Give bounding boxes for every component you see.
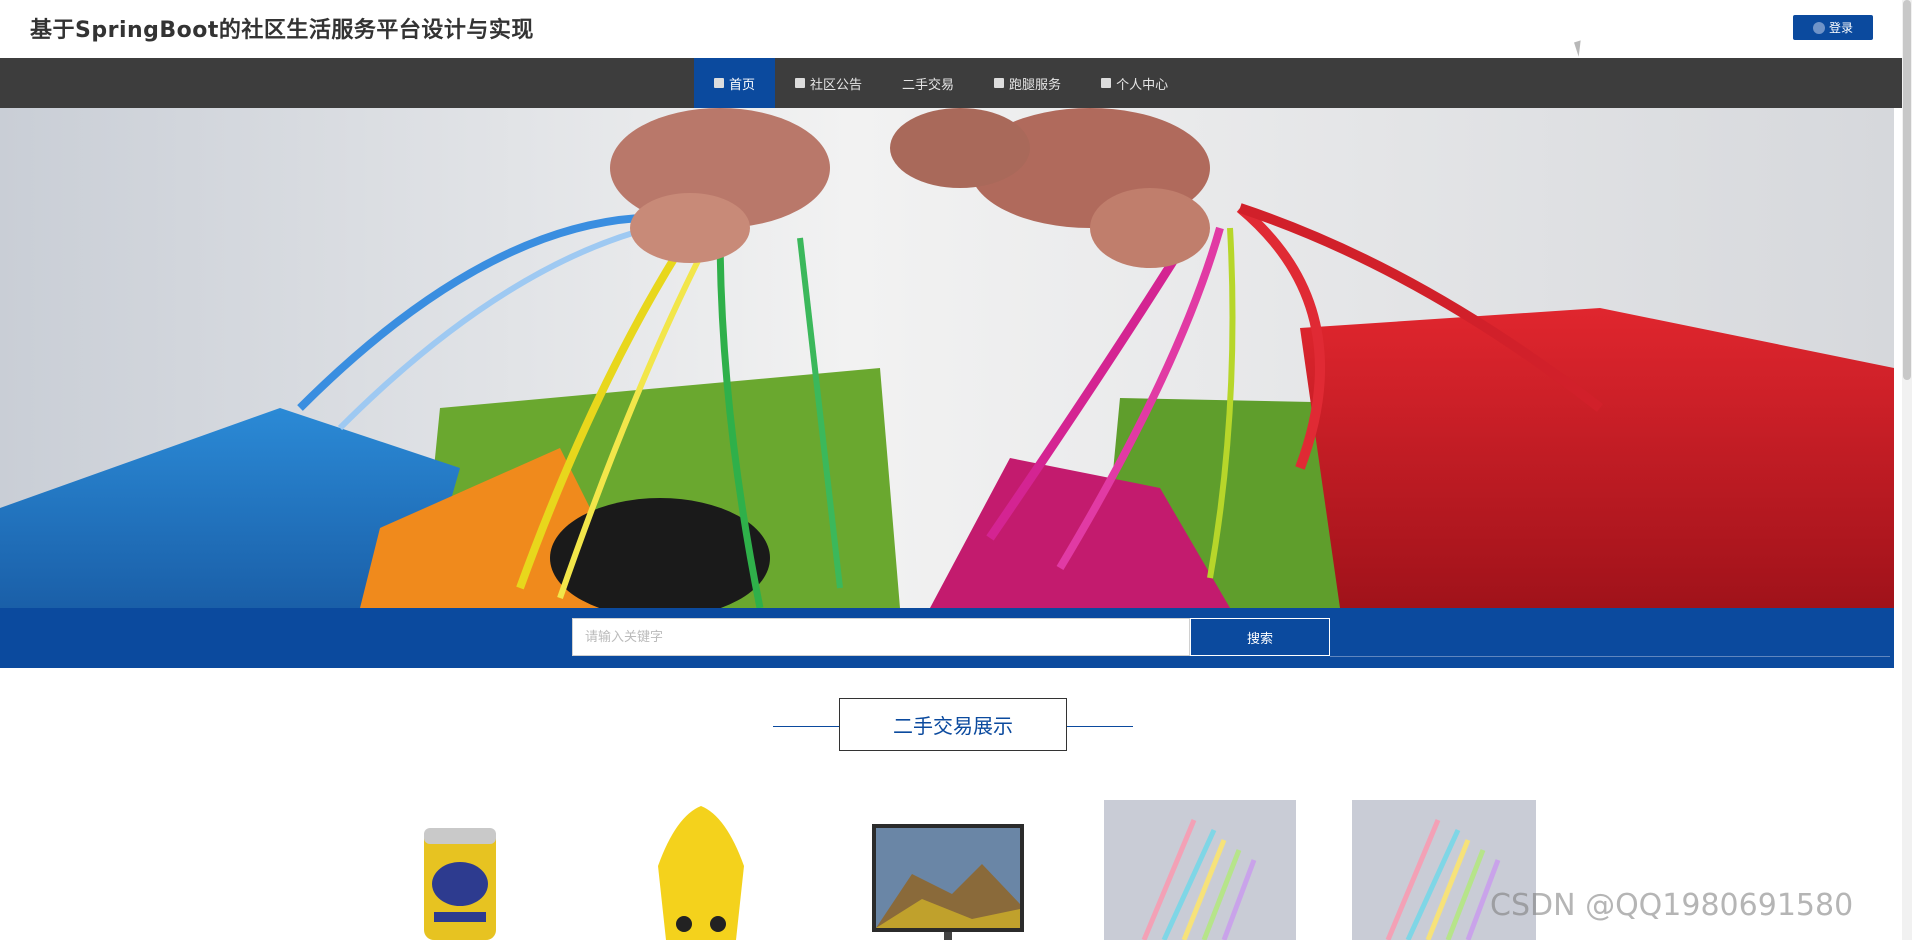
search-bar: 搜索 <box>0 608 1894 668</box>
product-image-drink-can <box>424 828 496 940</box>
page: 基于SpringBoot的社区生活服务平台设计与实现 登录 首页 社区公告 二手… <box>0 0 1912 940</box>
scrollbar-thumb[interactable] <box>1903 0 1911 380</box>
banner-carousel[interactable] <box>0 108 1894 608</box>
nav-item-label: 跑腿服务 <box>1009 77 1062 93</box>
product-card[interactable] <box>1104 800 1296 940</box>
divider <box>1067 726 1133 727</box>
main-navbar: 首页 社区公告 二手交易 跑腿服务 个人中心 <box>0 58 1902 108</box>
nav-item-label: 二手交易 <box>902 77 955 93</box>
user-icon <box>1812 21 1825 34</box>
home-icon <box>714 78 724 88</box>
section-heading: 二手交易展示 <box>773 698 1133 753</box>
section-title: 二手交易展示 <box>839 698 1067 751</box>
nav-item-errand[interactable]: 跑腿服务 <box>974 58 1081 108</box>
user-icon <box>1101 78 1112 88</box>
login-button-label: 登录 <box>1828 21 1853 35</box>
product-image-pens <box>1104 800 1296 940</box>
notice-icon <box>795 78 806 88</box>
product-image-monitor <box>872 824 1024 940</box>
site-title: 基于SpringBoot的社区生活服务平台设计与实现 <box>30 18 534 43</box>
product-image-plush-toy <box>658 806 744 940</box>
banner-image <box>0 108 1894 608</box>
errand-icon <box>994 78 1005 88</box>
product-card[interactable] <box>872 824 1024 940</box>
nav-item-label: 社区公告 <box>810 77 863 93</box>
page-scrollbar[interactable] <box>1902 0 1912 940</box>
divider <box>1330 656 1890 657</box>
search-button[interactable]: 搜索 <box>1190 618 1330 656</box>
nav-menu: 首页 社区公告 二手交易 跑腿服务 个人中心 <box>694 58 1188 108</box>
login-button[interactable]: 登录 <box>1793 15 1873 40</box>
csdn-watermark: CSDN @QQ1980691580 <box>1490 888 1854 923</box>
nav-item-notice[interactable]: 社区公告 <box>775 58 882 108</box>
nav-item-user-center[interactable]: 个人中心 <box>1081 58 1188 108</box>
nav-item-label: 个人中心 <box>1116 77 1169 93</box>
product-card[interactable] <box>420 822 500 940</box>
nav-item-home[interactable]: 首页 <box>694 58 776 108</box>
nav-item-trade[interactable]: 二手交易 <box>882 58 974 108</box>
top-header: 基于SpringBoot的社区生活服务平台设计与实现 登录 <box>0 0 1902 58</box>
divider <box>773 726 839 727</box>
nav-item-label: 首页 <box>729 77 756 93</box>
product-card[interactable] <box>636 806 766 940</box>
search-input[interactable] <box>572 618 1190 656</box>
